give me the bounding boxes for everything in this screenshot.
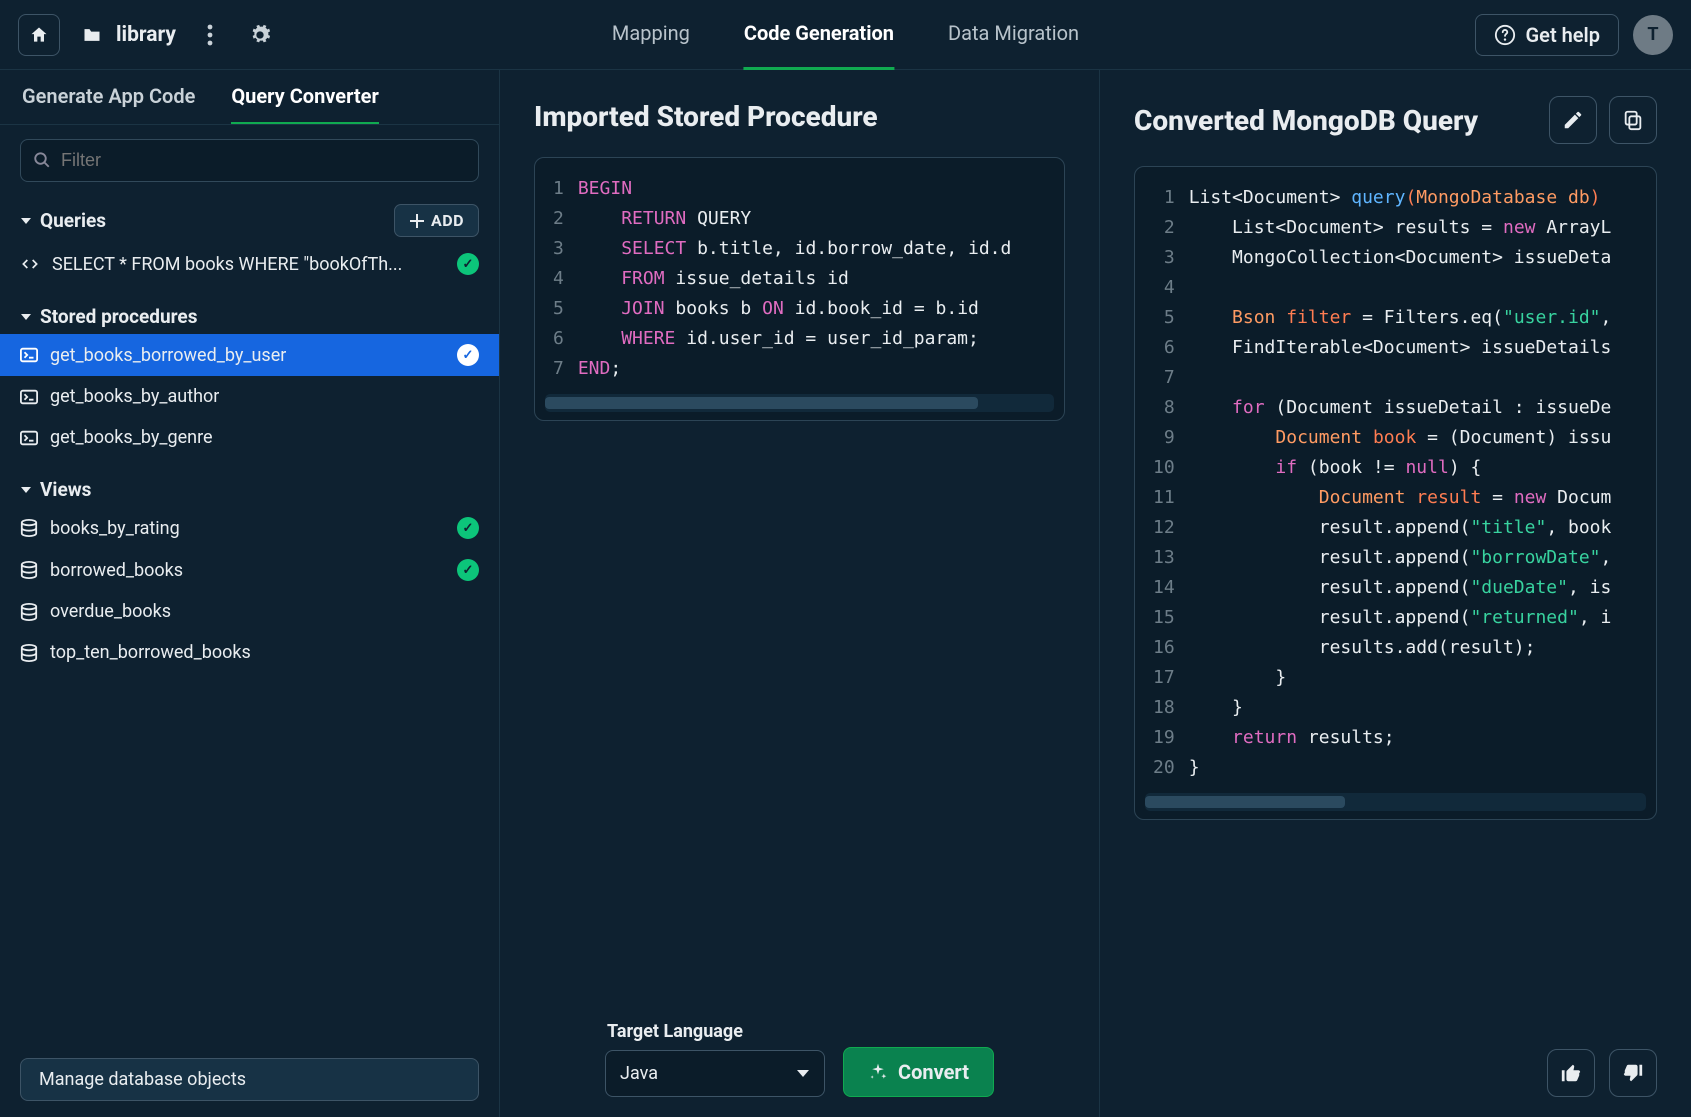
nav-tab-data-migration[interactable]: Data Migration	[948, 0, 1079, 70]
sp-item-1[interactable]: get_books_by_author	[0, 376, 499, 417]
view-item-label: top_ten_borrowed_books	[50, 642, 251, 663]
chevron-down-icon	[796, 1069, 810, 1079]
database-icon	[20, 561, 38, 579]
view-item-label: overdue_books	[50, 601, 171, 622]
stored-proc-icon	[20, 347, 38, 363]
database-icon	[20, 644, 38, 662]
add-query-button[interactable]: ADD	[394, 204, 479, 237]
tab-generate-app-code[interactable]: Generate App Code	[22, 84, 195, 125]
nav-tab-code-generation[interactable]: Code Generation	[744, 0, 894, 70]
section-sp-label: Stored procedures	[40, 305, 197, 328]
sp-item-0[interactable]: get_books_borrowed_by_user ✓	[0, 334, 499, 376]
copy-icon	[1622, 109, 1644, 131]
line-gutter: 1234567	[535, 174, 578, 384]
convert-label: Convert	[898, 1060, 969, 1084]
manage-database-objects-button[interactable]: Manage database objects	[20, 1058, 479, 1101]
chevron-down-icon	[20, 484, 32, 496]
user-avatar[interactable]: T	[1633, 15, 1673, 55]
view-item-label: books_by_rating	[50, 518, 180, 539]
section-views-toggle[interactable]: Views	[0, 458, 499, 507]
imported-procedure-title: Imported Stored Procedure	[534, 100, 1065, 133]
settings-button[interactable]	[244, 19, 276, 51]
converted-query-title: Converted MongoDB Query	[1134, 104, 1478, 137]
chevron-down-icon	[20, 311, 32, 323]
filter-input[interactable]	[20, 139, 479, 182]
query-item-label: SELECT * FROM books WHERE "bookOfTh...	[52, 254, 402, 275]
section-queries-label: Queries	[40, 209, 106, 232]
section-views-label: Views	[40, 478, 91, 501]
line-gutter: 1234567891011121314151617181920	[1135, 183, 1189, 783]
get-help-button[interactable]: Get help	[1475, 14, 1619, 56]
project-breadcrumb[interactable]: library	[80, 23, 176, 47]
query-item-0[interactable]: SELECT * FROM books WHERE "bookOfTh... ✓	[0, 243, 499, 285]
code-icon	[20, 256, 40, 272]
target-language-select[interactable]: Java	[605, 1050, 825, 1097]
pencil-icon	[1562, 109, 1584, 131]
check-icon: ✓	[457, 253, 479, 275]
folder-icon	[80, 25, 104, 45]
section-stored-procedures-toggle[interactable]: Stored procedures	[0, 285, 499, 334]
chevron-down-icon	[20, 215, 32, 227]
dots-vertical-icon	[207, 24, 213, 46]
stored-proc-icon	[20, 389, 38, 405]
view-item-label: borrowed_books	[50, 560, 183, 581]
project-name: library	[116, 23, 176, 47]
imported-code[interactable]: BEGIN RETURN QUERY SELECT b.title, id.bo…	[578, 174, 1064, 384]
edit-button[interactable]	[1549, 96, 1597, 144]
add-label: ADD	[431, 211, 464, 230]
view-item-0[interactable]: books_by_rating ✓	[0, 507, 499, 549]
sp-item-2[interactable]: get_books_by_genre	[0, 417, 499, 458]
thumbs-down-icon	[1622, 1062, 1644, 1084]
thumbs-up-icon	[1560, 1062, 1582, 1084]
target-language-label: Target Language	[605, 1021, 825, 1042]
kebab-menu-button[interactable]	[194, 19, 226, 51]
home-button[interactable]	[18, 14, 60, 56]
view-item-2[interactable]: overdue_books	[0, 591, 499, 632]
target-language-value: Java	[620, 1063, 658, 1084]
copy-button[interactable]	[1609, 96, 1657, 144]
thumbs-up-button[interactable]	[1547, 1049, 1595, 1097]
search-icon	[33, 151, 51, 169]
database-icon	[20, 519, 38, 537]
tab-query-converter[interactable]: Query Converter	[231, 84, 378, 125]
check-icon: ✓	[457, 517, 479, 539]
sp-item-label: get_books_by_author	[50, 386, 219, 407]
check-icon: ✓	[457, 559, 479, 581]
stored-proc-icon	[20, 430, 38, 446]
gear-icon	[249, 24, 271, 46]
home-icon	[29, 25, 49, 45]
sp-item-label: get_books_by_genre	[50, 427, 213, 448]
get-help-label: Get help	[1526, 23, 1600, 47]
horizontal-scrollbar[interactable]	[1145, 793, 1646, 811]
section-queries-toggle[interactable]: Queries	[20, 209, 106, 232]
view-item-3[interactable]: top_ten_borrowed_books	[0, 632, 499, 673]
convert-button[interactable]: Convert	[843, 1047, 994, 1097]
sparkle-icon	[868, 1062, 888, 1082]
thumbs-down-button[interactable]	[1609, 1049, 1657, 1097]
view-item-1[interactable]: borrowed_books ✓	[0, 549, 499, 591]
converted-code[interactable]: List<Document> query(MongoDatabase db) L…	[1189, 183, 1656, 783]
database-icon	[20, 603, 38, 621]
converted-code-box: 1234567891011121314151617181920 List<Doc…	[1134, 166, 1657, 820]
check-icon: ✓	[457, 344, 479, 366]
plus-icon	[409, 213, 425, 229]
help-icon	[1494, 24, 1516, 46]
sp-item-label: get_books_borrowed_by_user	[50, 345, 286, 366]
horizontal-scrollbar[interactable]	[545, 394, 1054, 412]
imported-code-box: 1234567 BEGIN RETURN QUERY SELECT b.titl…	[534, 157, 1065, 421]
nav-tab-mapping[interactable]: Mapping	[612, 0, 690, 70]
